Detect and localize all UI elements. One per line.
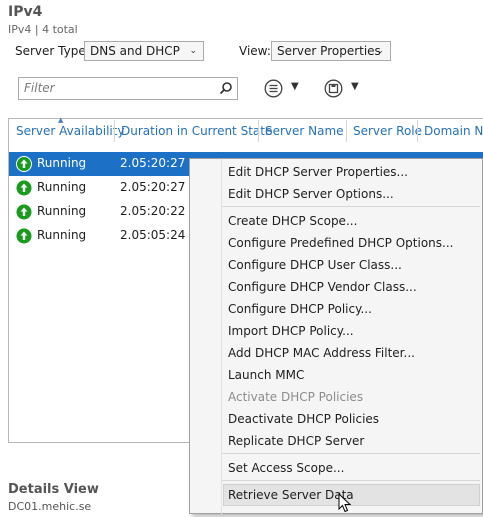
menu-item-configure-predefined-options[interactable]: Configure Predefined DHCP Options...	[228, 236, 453, 250]
duration-text: 2.05:20:27	[120, 180, 186, 194]
duration-text: 2.05:05:24	[120, 228, 186, 242]
up-arrow-icon	[16, 204, 32, 220]
menu-item-edit-server-options[interactable]: Edit DHCP Server Options...	[228, 187, 394, 201]
up-arrow-icon	[16, 228, 32, 244]
menu-item-configure-policy[interactable]: Configure DHCP Policy...	[228, 302, 372, 316]
caret-down-icon: ▼	[291, 81, 299, 92]
chevron-down-icon: ⌄	[189, 46, 197, 56]
menu-item-deactivate-policies[interactable]: Deactivate DHCP Policies	[228, 412, 379, 426]
column-header-domain-name[interactable]: Domain Na	[424, 124, 483, 138]
sort-ascending-icon: ▲	[58, 116, 64, 124]
duration-text: 2.05:20:22	[120, 204, 186, 218]
status-text: Running	[37, 156, 87, 170]
column-header-server-availability[interactable]: Server Availability	[16, 124, 125, 138]
caret-down-icon: ▼	[351, 81, 359, 92]
status-text: Running	[37, 204, 87, 218]
view-label: View:	[239, 44, 271, 58]
menu-item-retrieve-server-data[interactable]: Retrieve Server Data	[228, 488, 354, 502]
menu-item-import-policy[interactable]: Import DHCP Policy...	[228, 324, 354, 338]
column-header-duration[interactable]: Duration in Current State	[121, 124, 272, 138]
mouse-cursor-icon	[338, 492, 352, 517]
menu-item-add-mac-filter[interactable]: Add DHCP MAC Address Filter...	[228, 346, 415, 360]
list-icon	[264, 79, 283, 101]
up-arrow-icon	[16, 156, 32, 172]
save-icon	[324, 79, 343, 101]
server-type-label: Server Type:	[15, 44, 90, 58]
view-select[interactable]: Server Properties ⌄	[271, 41, 391, 61]
up-arrow-icon	[16, 180, 32, 196]
chevron-down-icon: ⌄	[376, 46, 384, 56]
server-type-value: DNS and DHCP	[90, 44, 180, 58]
menu-item-replicate-server[interactable]: Replicate DHCP Server	[228, 434, 364, 448]
menu-item-launch-mmc[interactable]: Launch MMC	[228, 368, 304, 382]
menu-item-set-access-scope[interactable]: Set Access Scope...	[228, 461, 344, 475]
status-text: Running	[37, 180, 87, 194]
duration-text: 2.05:20:27	[120, 156, 186, 170]
menu-item-configure-vendor-class[interactable]: Configure DHCP Vendor Class...	[228, 280, 417, 294]
page-subtitle: IPv4 | 4 total	[8, 23, 78, 36]
view-value: Server Properties	[277, 44, 381, 58]
menu-item-create-scope[interactable]: Create DHCP Scope...	[228, 214, 357, 228]
column-header-server-role[interactable]: Server Role	[353, 124, 422, 138]
search-icon[interactable]	[219, 81, 233, 102]
details-view-title: Details View	[8, 482, 99, 497]
menu-item-activate-policies: Activate DHCP Policies	[228, 390, 364, 404]
menu-gutter	[221, 159, 222, 514]
menu-item-edit-server-properties[interactable]: Edit DHCP Server Properties...	[228, 165, 408, 179]
details-view-subtitle: DC01.mehic.se	[8, 500, 92, 513]
filter-input[interactable]: Filter	[18, 77, 238, 100]
menu-item-configure-user-class[interactable]: Configure DHCP User Class...	[228, 258, 402, 272]
page-title: IPv4	[8, 4, 43, 20]
server-type-select[interactable]: DNS and DHCP ⌄	[84, 41, 204, 61]
status-text: Running	[37, 228, 87, 242]
column-header-server-name[interactable]: Server Name	[265, 124, 344, 138]
filter-placeholder: Filter	[24, 81, 55, 95]
